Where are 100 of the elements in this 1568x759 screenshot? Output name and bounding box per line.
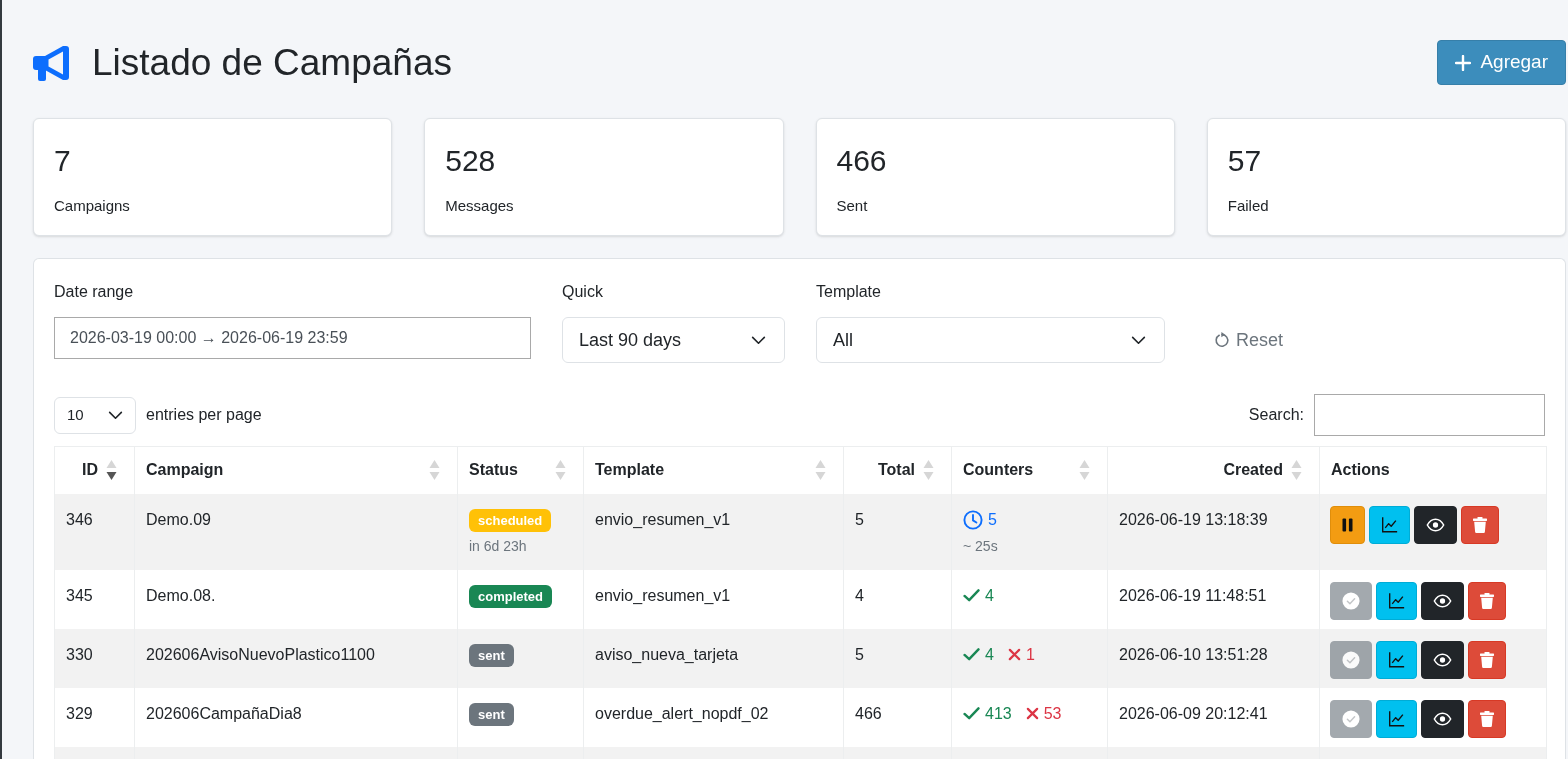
quick-range-select[interactable]: Last 90 days bbox=[562, 317, 785, 363]
eta-note: ~ 25s bbox=[963, 536, 999, 556]
template-name: envio_resumen_v1 bbox=[583, 493, 844, 570]
created-date: 2026-06-09 20:12:41 bbox=[1107, 687, 1320, 747]
counter-value: 1 bbox=[1025, 644, 1035, 665]
column-header[interactable]: ID bbox=[82, 459, 98, 482]
stats-button[interactable] bbox=[1376, 581, 1417, 620]
trash-icon bbox=[1480, 710, 1494, 727]
total-count: 466 bbox=[843, 687, 952, 747]
view-button[interactable] bbox=[1421, 640, 1464, 679]
total-count: 5 bbox=[843, 493, 952, 570]
column-header[interactable]: Total bbox=[877, 459, 915, 482]
stat-value: 528 bbox=[445, 143, 497, 179]
stat-value: 57 bbox=[1227, 143, 1263, 179]
chevron-down-icon bbox=[1131, 335, 1146, 345]
stats-button[interactable] bbox=[1376, 640, 1417, 679]
page-title: Listado de Campañas bbox=[92, 41, 452, 85]
trash-icon bbox=[1480, 651, 1494, 668]
page-size-label: entries per page bbox=[146, 405, 262, 425]
check-circle-icon bbox=[1342, 709, 1360, 728]
line-chart-icon bbox=[1381, 516, 1398, 533]
eye-icon bbox=[1433, 652, 1452, 667]
x-mark-icon bbox=[1007, 648, 1021, 661]
clock-icon bbox=[963, 509, 983, 530]
campaign-name: Demo.09 bbox=[134, 493, 458, 570]
field-label: Quick bbox=[562, 282, 604, 302]
check-circle-icon bbox=[1342, 650, 1360, 669]
delete-button[interactable] bbox=[1461, 505, 1499, 544]
delete-button[interactable] bbox=[1468, 699, 1506, 738]
eye-icon bbox=[1426, 517, 1445, 532]
stat-label: Messages bbox=[445, 196, 515, 216]
trash-icon bbox=[1480, 592, 1494, 609]
created-date: 2026-06-19 13:18:39 bbox=[1107, 493, 1320, 570]
template-name: overdue_alert_nopdf_02 bbox=[583, 687, 844, 747]
status-badge: completed bbox=[469, 584, 552, 608]
template-name: aviso_nueva_tarjeta bbox=[583, 628, 844, 688]
check-icon bbox=[963, 589, 980, 602]
column-header: Actions bbox=[1331, 460, 1390, 481]
view-button[interactable] bbox=[1421, 699, 1464, 738]
delete-button[interactable] bbox=[1468, 640, 1506, 679]
campaign-name: Demo.08. bbox=[134, 569, 458, 629]
refresh-icon bbox=[1214, 332, 1230, 348]
page-size-select[interactable]: 10 bbox=[54, 396, 136, 434]
total-count: 4 bbox=[843, 569, 952, 629]
campaign-name: 202606AvisoNuevoPlastico1100 bbox=[134, 628, 458, 688]
eye-icon bbox=[1433, 593, 1452, 608]
column-header[interactable]: Template bbox=[595, 459, 665, 482]
view-button[interactable] bbox=[1414, 505, 1457, 544]
status-badge: sent bbox=[469, 702, 514, 726]
pause-icon bbox=[1342, 517, 1353, 532]
stats-button[interactable] bbox=[1376, 699, 1417, 738]
plus-icon bbox=[1455, 54, 1472, 71]
created-date: 2026-06-19 11:48:51 bbox=[1107, 569, 1320, 629]
check-circle-icon bbox=[1342, 591, 1360, 610]
counter-value: 5 bbox=[988, 509, 997, 530]
campaign-id: 346 bbox=[54, 493, 135, 570]
column-header[interactable]: Status bbox=[469, 459, 518, 482]
check-icon bbox=[963, 707, 980, 720]
created-date: 2026-06-10 13:51:28 bbox=[1107, 628, 1320, 688]
stat-label: Sent bbox=[836, 196, 869, 216]
schedule-note: in 6d 23h bbox=[469, 536, 528, 556]
view-button[interactable] bbox=[1421, 581, 1464, 620]
chevron-down-icon bbox=[751, 335, 766, 345]
campaign-name: 202606CampañaDia8 bbox=[134, 687, 458, 747]
search-label: Search: bbox=[1248, 405, 1304, 425]
chevron-down-icon bbox=[108, 410, 123, 420]
campaign-id: 345 bbox=[54, 569, 135, 629]
column-header[interactable]: Created bbox=[1223, 459, 1283, 482]
template-name: envio_resumen_v1 bbox=[583, 569, 844, 629]
pause-button[interactable] bbox=[1330, 505, 1365, 544]
field-label: Date range bbox=[54, 282, 135, 302]
column-header[interactable]: Campaign bbox=[146, 459, 224, 482]
stat-label: Campaigns bbox=[54, 196, 131, 216]
total-count: 5 bbox=[843, 628, 952, 688]
counter-value: 4 bbox=[985, 585, 994, 606]
status-badge: scheduled bbox=[469, 508, 552, 532]
stat-label: Failed bbox=[1227, 196, 1270, 216]
reset-button[interactable]: Reset bbox=[1196, 317, 1302, 363]
check-icon bbox=[963, 648, 980, 661]
template-select[interactable]: All bbox=[816, 317, 1165, 363]
delete-button[interactable] bbox=[1468, 581, 1506, 620]
x-mark-icon bbox=[1025, 707, 1039, 720]
campaign-id: 330 bbox=[54, 628, 135, 688]
search-field[interactable] bbox=[1314, 394, 1545, 436]
date-range-field[interactable]: 2026-03-19 00:00 → 2026-06-19 23:59 bbox=[54, 317, 531, 359]
stats-button[interactable] bbox=[1369, 505, 1410, 544]
line-chart-icon bbox=[1388, 592, 1405, 609]
counter-value: 53 bbox=[1043, 703, 1062, 724]
line-chart-icon bbox=[1388, 651, 1405, 668]
line-chart-icon bbox=[1388, 710, 1405, 727]
campaign-id: 329 bbox=[54, 687, 135, 747]
eye-icon bbox=[1433, 711, 1452, 726]
status-badge: sent bbox=[469, 643, 514, 667]
trash-icon bbox=[1473, 516, 1487, 533]
add-button[interactable]: Agregar bbox=[1437, 40, 1566, 85]
field-label: Template bbox=[816, 282, 882, 302]
counter-value: 413 bbox=[985, 703, 1012, 724]
counter-value: 4 bbox=[985, 644, 994, 665]
stat-value: 7 bbox=[54, 143, 72, 179]
stat-value: 466 bbox=[836, 143, 888, 179]
